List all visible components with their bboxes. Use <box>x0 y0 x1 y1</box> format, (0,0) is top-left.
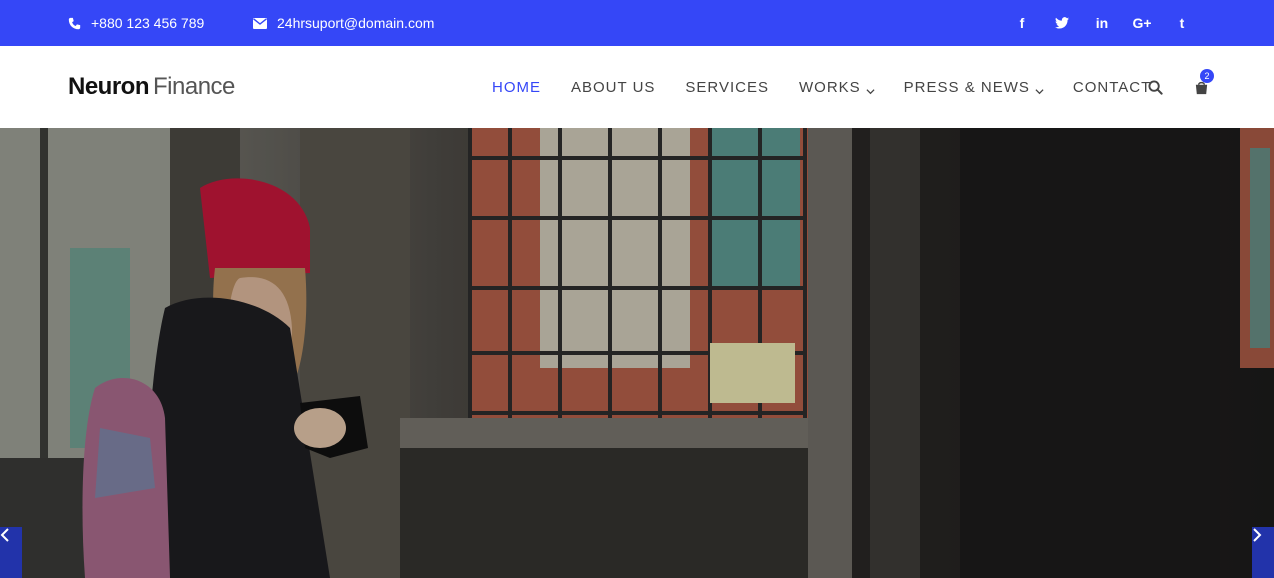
linkedin-icon[interactable]: in <box>1082 0 1122 46</box>
tumblr-icon[interactable]: t <box>1162 0 1202 46</box>
slider-next-button[interactable] <box>1252 527 1274 578</box>
facebook-icon[interactable]: f <box>1002 0 1042 46</box>
nav-label: WORKS <box>799 78 861 96</box>
phone-contact[interactable]: +880 123 456 789 <box>67 0 204 46</box>
nav-item-about-us[interactable]: ABOUT US <box>556 46 670 128</box>
chevron-down-icon <box>866 83 875 95</box>
phone-icon <box>67 16 81 30</box>
top-bar: +880 123 456 789 24hrsuport@domain.com f… <box>0 0 1274 46</box>
shopping-bag-icon[interactable]: 2 <box>1186 69 1216 102</box>
slider-prev-button[interactable] <box>0 527 22 578</box>
main-nav: HOME ABOUT US SERVICES WORKS PRESS & NEW… <box>477 46 1166 128</box>
nav-item-home[interactable]: HOME <box>477 46 556 128</box>
header-actions: 2 <box>1140 46 1216 128</box>
nav-label: ABOUT US <box>571 78 656 96</box>
hero-image <box>0 128 1274 578</box>
nav-label: HOME <box>492 78 541 96</box>
email-contact[interactable]: 24hrsuport@domain.com <box>253 0 434 46</box>
logo-bold-text: Neuron <box>68 73 150 100</box>
nav-label: PRESS & NEWS <box>903 78 1030 96</box>
nav-label: SERVICES <box>685 78 769 96</box>
email-address: 24hrsuport@domain.com <box>277 15 435 31</box>
hero-slider <box>0 128 1274 578</box>
social-links: f in G+ t <box>1002 0 1202 46</box>
site-header: Neuron Finance HOME ABOUT US SERVICES WOR… <box>0 46 1274 128</box>
nav-item-press-news[interactable]: PRESS & NEWS <box>889 46 1058 128</box>
google-plus-icon[interactable]: G+ <box>1122 0 1162 46</box>
chevron-down-icon <box>1035 83 1044 95</box>
logo-light-text: Finance <box>153 73 235 100</box>
twitter-icon[interactable] <box>1042 0 1082 46</box>
nav-item-services[interactable]: SERVICES <box>670 46 784 128</box>
nav-item-works[interactable]: WORKS <box>784 46 889 128</box>
cart-count-badge: 2 <box>1200 69 1214 83</box>
site-logo[interactable]: Neuron Finance <box>68 73 235 101</box>
search-icon[interactable] <box>1140 72 1170 102</box>
envelope-icon <box>253 16 267 30</box>
phone-number: +880 123 456 789 <box>91 15 205 31</box>
